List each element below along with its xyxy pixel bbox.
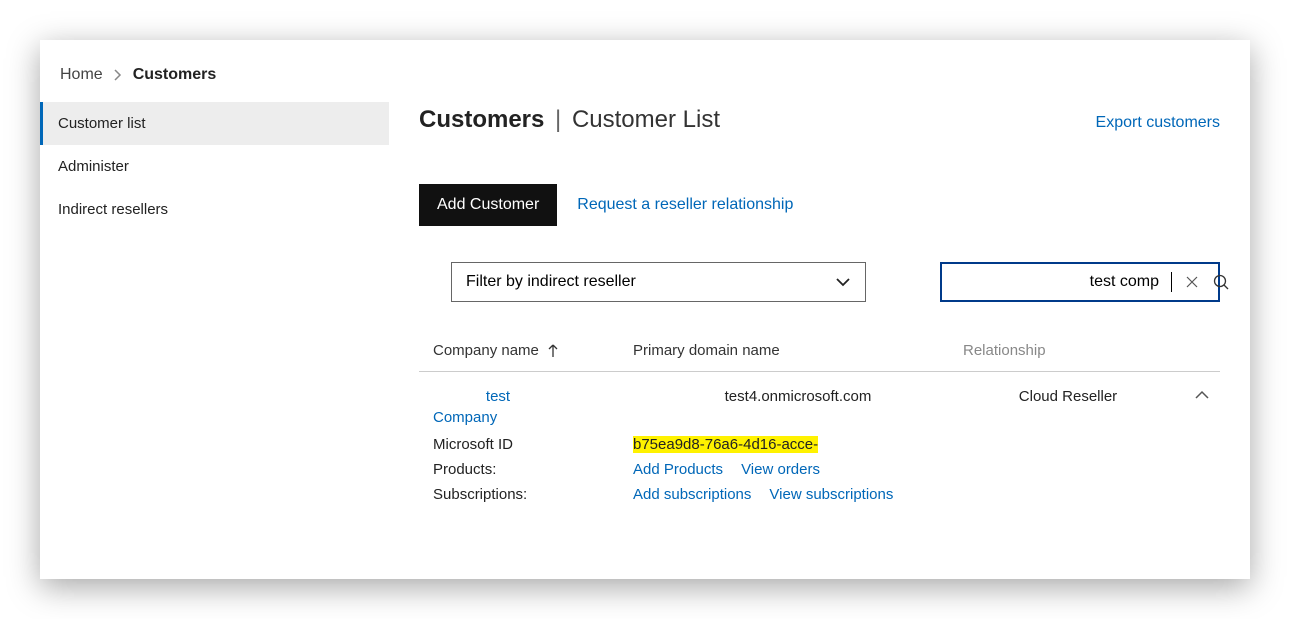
search-icon[interactable] [1212,273,1230,291]
th-domain[interactable]: Primary domain name [633,342,963,359]
detail-subscriptions: Subscriptions: Add subscriptions View su… [419,478,1220,503]
chevron-down-icon [835,277,851,287]
app-window: Home Customers Customer list Administer … [40,40,1250,579]
add-subscriptions-link[interactable]: Add subscriptions [633,486,751,503]
dropdown-label: Filter by indirect reseller [466,273,636,291]
domain-cell: test4.onmicrosoft.com [633,386,963,405]
detail-products: Products: Add Products View orders [419,453,1220,478]
view-orders-link[interactable]: View orders [741,461,820,478]
th-company[interactable]: Company name [433,342,633,359]
relationship-cell: Cloud Reseller [963,386,1173,405]
clear-icon[interactable] [1184,274,1200,290]
view-subscriptions-link[interactable]: View subscriptions [769,486,893,503]
detail-ms-id: Microsoft ID b75ea9d8-76a6-4d16-acce- [419,428,1220,453]
collapse-icon[interactable] [1173,386,1220,400]
search-input[interactable] [952,273,1159,291]
page-title: Customers | Customer List [419,106,720,134]
chevron-right-icon [113,69,123,81]
table-row: test Company test4.onmicrosoft.com Cloud… [419,372,1220,428]
sidebar: Customer list Administer Indirect resell… [40,102,389,575]
main-content: Customers | Customer List Export custome… [389,102,1250,575]
table-header: Company name Primary domain name Relatio… [419,342,1220,372]
add-customer-button[interactable]: Add Customer [419,184,557,226]
sidebar-item-customer-list[interactable]: Customer list [40,102,389,145]
filter-reseller-dropdown[interactable]: Filter by indirect reseller [451,262,866,302]
breadcrumb: Home Customers [40,40,1250,102]
breadcrumb-home[interactable]: Home [60,66,103,84]
add-products-link[interactable]: Add Products [633,461,723,478]
sidebar-item-indirect-resellers[interactable]: Indirect resellers [40,188,389,231]
company-link[interactable]: test Company [433,386,633,428]
text-cursor [1171,272,1172,292]
search-box[interactable] [940,262,1220,302]
request-reseller-link[interactable]: Request a reseller relationship [577,196,793,214]
th-relationship[interactable]: Relationship [963,342,1123,359]
sidebar-item-administer[interactable]: Administer [40,145,389,188]
sort-up-icon [547,344,559,358]
ms-id-value: b75ea9d8-76a6-4d16-acce- [633,436,818,453]
export-customers-link[interactable]: Export customers [1096,114,1220,132]
breadcrumb-current: Customers [133,66,217,84]
